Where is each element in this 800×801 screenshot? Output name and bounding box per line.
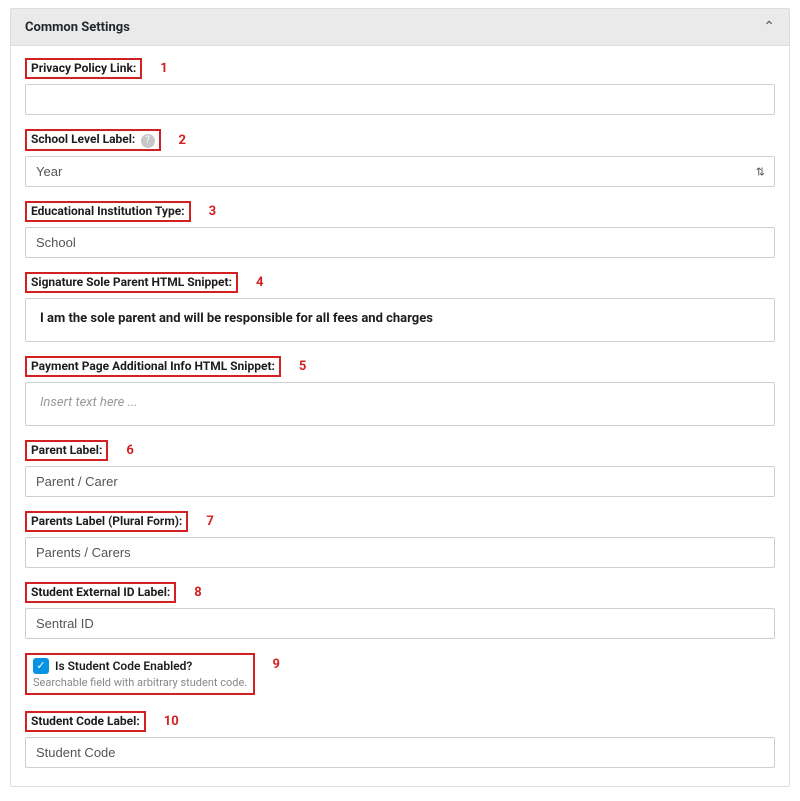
privacy-policy-link-input[interactable] [25, 84, 775, 115]
annotation-number-9: 9 [272, 657, 279, 672]
educational-institution-type-label: Educational Institution Type: [31, 204, 185, 218]
annotation-box-3: Educational Institution Type: [25, 201, 191, 222]
annotation-number-1: 1 [160, 61, 167, 76]
annotation-box-1: Privacy Policy Link: [25, 58, 142, 79]
common-settings-panel: Common Settings ⌃ Privacy Policy Link: 1… [10, 8, 790, 787]
annotation-box-9: ✓ Is Student Code Enabled? Searchable fi… [25, 653, 255, 695]
student-code-label-label: Student Code Label: [31, 714, 140, 728]
annotation-box-2: School Level Label: ? [25, 129, 161, 151]
payment-snippet-label: Payment Page Additional Info HTML Snippe… [31, 359, 275, 373]
signature-snippet-editor[interactable]: I am the sole parent and will be respons… [25, 298, 775, 342]
field-payment-page-snippet: Payment Page Additional Info HTML Snippe… [25, 356, 775, 426]
parents-label-plural-label: Parents Label (Plural Form): [31, 514, 182, 528]
annotation-number-8: 8 [194, 585, 201, 600]
is-student-code-enabled-checkbox[interactable]: ✓ [33, 658, 49, 674]
field-school-level-label: School Level Label: ? 2 Year ⇅ [25, 129, 775, 187]
school-level-label-label: School Level Label: [31, 132, 135, 146]
annotation-box-4: Signature Sole Parent HTML Snippet: [25, 272, 238, 293]
annotation-number-3: 3 [209, 204, 216, 219]
annotation-number-4: 4 [256, 275, 263, 290]
annotation-box-7: Parents Label (Plural Form): [25, 511, 188, 532]
panel-header-toggle[interactable]: Common Settings ⌃ [11, 9, 789, 46]
field-parent-label: Parent Label: 6 [25, 440, 775, 497]
student-code-label-input[interactable] [25, 737, 775, 768]
panel-title: Common Settings [25, 20, 130, 35]
field-privacy-policy-link: Privacy Policy Link: 1 [25, 58, 775, 115]
payment-snippet-editor[interactable]: Insert text here ... [25, 382, 775, 426]
field-student-external-id-label: Student External ID Label: 8 [25, 582, 775, 639]
field-educational-institution-type: Educational Institution Type: 3 [25, 201, 775, 258]
annotation-box-6: Parent Label: [25, 440, 108, 461]
panel-body: Privacy Policy Link: 1 School Level Labe… [11, 46, 789, 786]
annotation-number-6: 6 [126, 443, 133, 458]
help-icon[interactable]: ? [141, 134, 155, 148]
parent-label-input[interactable] [25, 466, 775, 497]
student-external-id-label-input[interactable] [25, 608, 775, 639]
chevron-up-icon: ⌃ [763, 19, 775, 35]
annotation-box-5: Payment Page Additional Info HTML Snippe… [25, 356, 281, 377]
field-parents-label-plural: Parents Label (Plural Form): 7 [25, 511, 775, 568]
parent-label-label: Parent Label: [31, 443, 102, 457]
is-student-code-enabled-desc: Searchable field with arbitrary student … [33, 676, 247, 689]
annotation-box-8: Student External ID Label: [25, 582, 176, 603]
annotation-number-7: 7 [206, 514, 213, 529]
field-student-code-label: Student Code Label: 10 [25, 711, 775, 768]
is-student-code-enabled-label: Is Student Code Enabled? [55, 659, 192, 673]
student-external-id-label-label: Student External ID Label: [31, 585, 170, 599]
parents-label-plural-input[interactable] [25, 537, 775, 568]
annotation-number-5: 5 [299, 359, 306, 374]
educational-institution-type-input[interactable] [25, 227, 775, 258]
field-signature-sole-parent-snippet: Signature Sole Parent HTML Snippet: 4 I … [25, 272, 775, 342]
school-level-label-select[interactable]: Year [25, 156, 775, 187]
privacy-policy-link-label: Privacy Policy Link: [31, 61, 136, 75]
annotation-number-10: 10 [164, 714, 179, 729]
signature-snippet-label: Signature Sole Parent HTML Snippet: [31, 275, 232, 289]
field-is-student-code-enabled: ✓ Is Student Code Enabled? Searchable fi… [25, 653, 775, 695]
annotation-box-10: Student Code Label: [25, 711, 146, 732]
annotation-number-2: 2 [179, 133, 186, 148]
